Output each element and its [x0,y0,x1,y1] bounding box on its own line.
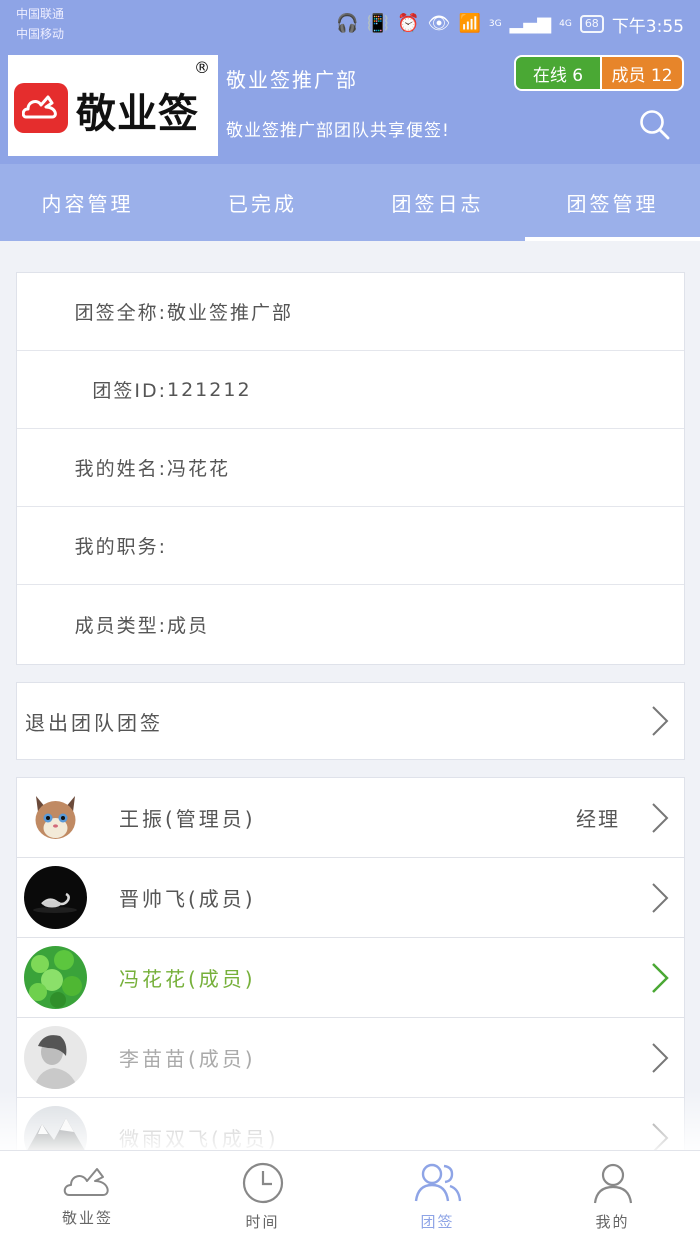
team-description: 敬业签推广部团队共享便签! [226,121,450,141]
swan-avatar [24,866,87,929]
chevron-right-icon [652,962,669,993]
exit-team-label: 退出团队团签 [25,710,163,735]
member-name: 冯花花(成员) [119,967,256,991]
user-icon [593,1163,632,1204]
signal-4g-label: 4G [559,19,572,29]
wifi-icon: 📶 [458,13,481,34]
logo-cloud-icon [14,83,68,133]
cat-avatar [24,786,87,849]
headphones-icon: 🎧 [336,13,359,34]
status-time: 下午3:55 [611,16,684,37]
member-type-value: 成员 [167,614,210,637]
chevron-right-icon [652,706,669,736]
alarm-icon: ⏰ [397,13,420,34]
member-role: 经理 [576,807,620,831]
signal-icon: ▂▄▆ [509,13,552,34]
chevron-right-icon [652,1042,669,1073]
member-count-badges[interactable]: 在线 6 成员 12 [514,55,684,91]
tab-completed[interactable]: 已完成 [175,164,350,241]
nav-item-jingyeqian[interactable]: 敬业签 [0,1151,175,1244]
search-icon[interactable] [638,108,672,142]
tab-content-management[interactable]: 内容管理 [0,164,175,241]
info-row-id: 团签ID: 121212 [17,351,684,429]
portrait-avatar [24,1026,87,1089]
clover-avatar [24,946,87,1009]
tab-team-log[interactable]: 团签日志 [350,164,525,241]
member-row[interactable]: 晋帅飞(成员) [17,858,684,938]
member-name: 李苗苗(成员) [119,1047,256,1071]
member-count-badge[interactable]: 成员 12 [600,57,682,89]
team-info-card: 团签全称: 敬业签推广部 团签ID: 121212 我的姓名: 冯花花 我的职务… [16,272,685,665]
vibrate-icon: 📳 [366,13,390,34]
chevron-right-icon [652,802,669,833]
info-row-member-type: 成员类型: 成员 [17,585,684,663]
nav-label: 团签 [420,1213,455,1231]
online-count-badge[interactable]: 在线 6 [516,57,600,89]
member-type-label: 成员类型: [74,614,167,637]
status-bar: 中国联通 中国移动 🎧 📳 ⏰ 👁 📶 3G ▂▄▆ 4G 68 下午3:55 [0,0,700,52]
team-id-value: 121212 [167,378,252,401]
signal-3g-label: 3G [488,19,502,29]
team-icon [414,1163,461,1202]
nav-item-time[interactable]: 时间 [175,1151,350,1244]
clock-icon [242,1162,283,1204]
battery-icon: 68 [579,15,604,33]
tab-bar: 内容管理 已完成 团签日志 团签管理 [0,164,700,241]
info-row-my-name[interactable]: 我的姓名: 冯花花 [17,429,684,507]
registered-mark: ® [194,58,210,77]
full-name-label: 团签全称: [74,302,167,324]
carrier-2: 中国移动 [16,27,65,41]
nav-label: 我的 [595,1213,630,1231]
team-name: 敬业签推广部 [226,68,358,92]
team-header: 敬业签 ® 敬业签推广部 敬业签推广部团队共享便签! 在线 6 成员 12 [0,52,700,164]
bottom-nav: 敬业签 时间 团签 我的 [0,1150,700,1244]
member-name: 晋帅飞(成员) [119,887,256,911]
eye-icon: 👁 [427,13,451,34]
nav-item-team[interactable]: 团签 [350,1151,525,1244]
member-name: 王振(管理员) [119,807,256,831]
member-row[interactable]: 李苗苗(成员) [17,1018,684,1098]
my-name-label: 我的姓名: [74,458,167,480]
logo-text: 敬业签 [76,91,199,137]
full-name-value: 敬业签推广部 [167,302,294,324]
chevron-right-icon [652,882,669,913]
member-name: 微雨双飞(成员) [119,1127,279,1151]
app-logo: 敬业签 ® [8,55,218,156]
info-row-full-name: 团签全称: 敬业签推广部 [17,273,684,351]
member-row[interactable]: 王振(管理员) 经理 [17,778,684,858]
nav-label: 敬业签 [61,1209,113,1227]
info-row-my-position[interactable]: 我的职务: [17,507,684,585]
my-position-label: 我的职务: [74,536,167,558]
nav-label: 时间 [245,1213,280,1231]
carrier-1: 中国联通 [16,7,65,21]
member-list: 王振(管理员) 经理 晋帅飞(成员) 冯花花(成员) 李苗苗(成员) 微雨双飞(… [16,777,685,1167]
member-row[interactable]: 冯花花(成员) [17,938,684,1018]
exit-team-button[interactable]: 退出团队团签 [16,682,685,760]
cloud-note-icon [63,1168,109,1196]
my-name-value: 冯花花 [167,458,231,480]
status-icons: 🎧 📳 ⏰ 👁 📶 3G ▂▄▆ 4G 68 下午3:55 [336,12,684,37]
tab-team-management[interactable]: 团签管理 [525,164,700,241]
nav-item-mine[interactable]: 我的 [525,1151,700,1244]
team-id-label: 团签ID: [92,380,167,402]
